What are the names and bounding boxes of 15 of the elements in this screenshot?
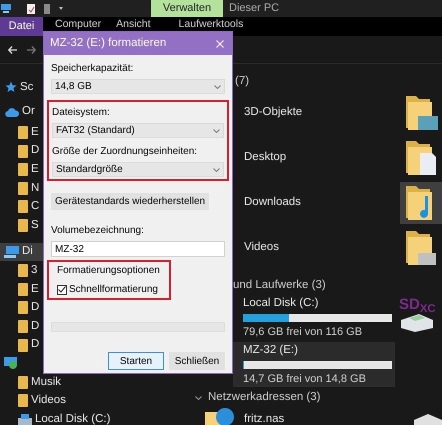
group-header: und Laufwerke (3) (233, 278, 327, 293)
window-title: Dieser PC (229, 1, 280, 16)
group-header: Netzwerkadressen (3) (208, 390, 320, 406)
group-header: (7) (235, 74, 250, 89)
sd-logo: SD$_{XC}$ (399, 297, 436, 312)
drive-name: MZ-32 (E:) (243, 343, 299, 358)
field-label: Größe der Zuordnungseinheiten: (52, 145, 198, 159)
group-title: Formatierungsoptionen (57, 264, 161, 278)
dialog-title: MZ-32 (E:) formatieren (50, 36, 166, 51)
drive-free-space: 79,6 GB frei von 116 GB (243, 324, 364, 340)
drive-name: Local Disk (C:) (243, 296, 320, 311)
drive-free-space: 14,7 GB frei von 14,8 GB (243, 372, 367, 386)
field-label: Speicherkapazität: (51, 62, 134, 76)
field-label: Dateisystem: (52, 106, 111, 120)
field-label: Volumebezeichnung: (51, 224, 145, 238)
